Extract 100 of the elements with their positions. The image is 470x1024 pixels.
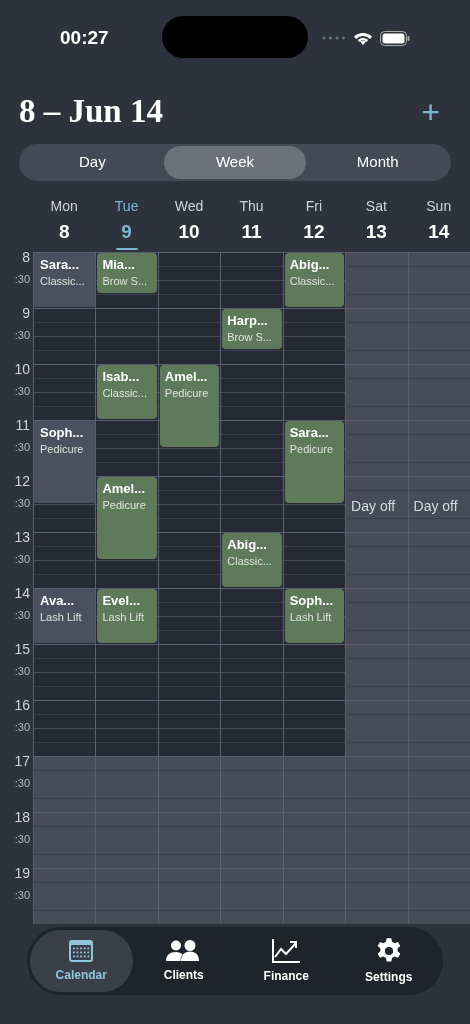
calendar-icon: [68, 938, 95, 963]
time-slot: [407, 700, 470, 756]
half-hour-label: :30: [14, 498, 30, 509]
service-name: Pedicure: [102, 498, 147, 513]
appointment-card[interactable]: Sara... Pedicure: [284, 421, 345, 503]
half-hour-label: :30: [14, 554, 30, 565]
half-hour-label: :30: [14, 386, 30, 397]
time-slot: [157, 812, 221, 868]
service-name: Pedicure: [289, 442, 335, 457]
weekday-label: Wed: [174, 197, 204, 216]
service-name: Pedicure: [40, 442, 85, 457]
client-name: Sara...: [40, 256, 81, 274]
appointment-card[interactable]: Evel... Lash Lift: [97, 589, 157, 643]
half-hour-label: :30: [14, 330, 30, 341]
add-button[interactable]: +: [421, 96, 440, 128]
day-off-label: Day off: [413, 497, 458, 516]
service-name: Brow S...: [227, 330, 273, 345]
appointment-card[interactable]: Mia... Brow S...: [97, 253, 157, 293]
hour-label: 17: [14, 754, 30, 768]
time-slot: [345, 364, 408, 420]
today-underline: [115, 247, 138, 250]
service-name: Pedicure: [164, 386, 210, 401]
time-slot: [33, 700, 96, 756]
client-name: Ava...: [40, 592, 76, 610]
half-hour-label: :30: [14, 722, 30, 733]
time-slot: [95, 812, 158, 868]
client-name: Soph...: [289, 592, 335, 610]
half-hour-label: :30: [14, 834, 30, 845]
appointment-card[interactable]: Harp... Brow S...: [222, 309, 282, 349]
client-name: Mia...: [102, 256, 136, 274]
client-name: Isab...: [102, 368, 141, 386]
time-slot: [220, 812, 283, 868]
weekday-label: Sun: [426, 197, 452, 216]
hour-label: 10: [14, 362, 30, 376]
wifi-icon: [353, 30, 373, 46]
weekday-label: Mon: [50, 197, 78, 216]
time-slot: [345, 308, 408, 364]
time-slot: [157, 644, 221, 700]
hour-label: 19: [14, 866, 30, 880]
time-slot: [95, 756, 158, 812]
tab-bar-item[interactable]: Clients: [132, 930, 235, 992]
appointment-card[interactable]: Abig... Classic...: [222, 533, 282, 587]
time-slot: [220, 700, 283, 756]
time-slot: [345, 700, 408, 756]
half-hour-label: :30: [14, 610, 30, 621]
time-slot: [33, 756, 96, 812]
time-slot: [157, 868, 221, 924]
service-name: Lash Lift: [289, 610, 333, 625]
day-number: 14: [428, 220, 450, 244]
client-name: Amel...: [164, 368, 209, 386]
client-name: Harp...: [227, 312, 269, 330]
appointment-card[interactable]: Soph... Lash Lift: [284, 589, 345, 643]
service-name: Classic...: [102, 386, 149, 401]
appointment-card[interactable]: Ava... Lash Lift: [34, 589, 96, 643]
day-number: 8: [58, 220, 70, 244]
time-slot: [407, 644, 470, 700]
service-name: Classic...: [40, 274, 86, 289]
service-name: Brow S...: [102, 274, 149, 289]
signal-icon: [322, 36, 346, 40]
time-slot: [407, 868, 470, 924]
chart-icon: [271, 937, 302, 964]
client-name: Soph...: [40, 424, 85, 442]
appointment-card[interactable]: Amel... Pedicure: [159, 365, 220, 447]
view-tab[interactable]: Week: [163, 146, 307, 179]
tab-bar-item[interactable]: Finance: [235, 930, 338, 992]
day-number: 13: [365, 220, 387, 244]
hour-label: 12: [14, 474, 30, 488]
hour-label: 11: [15, 418, 30, 432]
weekday-label: Thu: [239, 197, 264, 216]
time-slot: [220, 756, 283, 812]
time-slot: [407, 756, 470, 812]
half-hour-label: :30: [14, 442, 30, 453]
tab-bar-item[interactable]: Settings: [337, 930, 440, 992]
time-slot: [33, 812, 96, 868]
day-off-label: Day off: [351, 497, 396, 516]
half-hour-label: :30: [14, 890, 30, 901]
time-slot: [157, 756, 221, 812]
day-number: 10: [178, 220, 200, 244]
day-number: 11: [241, 220, 262, 244]
appointment-card[interactable]: Sara... Classic...: [34, 253, 96, 307]
half-hour-label: :30: [14, 778, 30, 789]
appointment-card[interactable]: Amel... Pedicure: [97, 477, 157, 559]
appointment-card[interactable]: Soph... Pedicure: [34, 421, 96, 503]
client-name: Sara...: [289, 424, 330, 442]
time-slot: [407, 364, 470, 420]
client-name: Abig...: [227, 536, 268, 554]
time-slot: [407, 812, 470, 868]
hour-label: 9: [22, 306, 30, 320]
view-tab[interactable]: Day: [21, 146, 164, 179]
time-slot: [157, 700, 221, 756]
hour-label: 15: [14, 642, 30, 656]
client-name: Amel...: [102, 480, 147, 498]
time-slot: [220, 868, 283, 924]
view-tab[interactable]: Month: [306, 146, 449, 179]
service-name: Classic...: [227, 554, 273, 569]
status-time: 00:27: [60, 25, 109, 50]
hour-label: 8: [22, 250, 30, 264]
tab-bar-item[interactable]: Calendar: [30, 930, 133, 992]
appointment-card[interactable]: Abig... Classic...: [284, 253, 345, 307]
appointment-card[interactable]: Isab... Classic...: [97, 365, 157, 419]
